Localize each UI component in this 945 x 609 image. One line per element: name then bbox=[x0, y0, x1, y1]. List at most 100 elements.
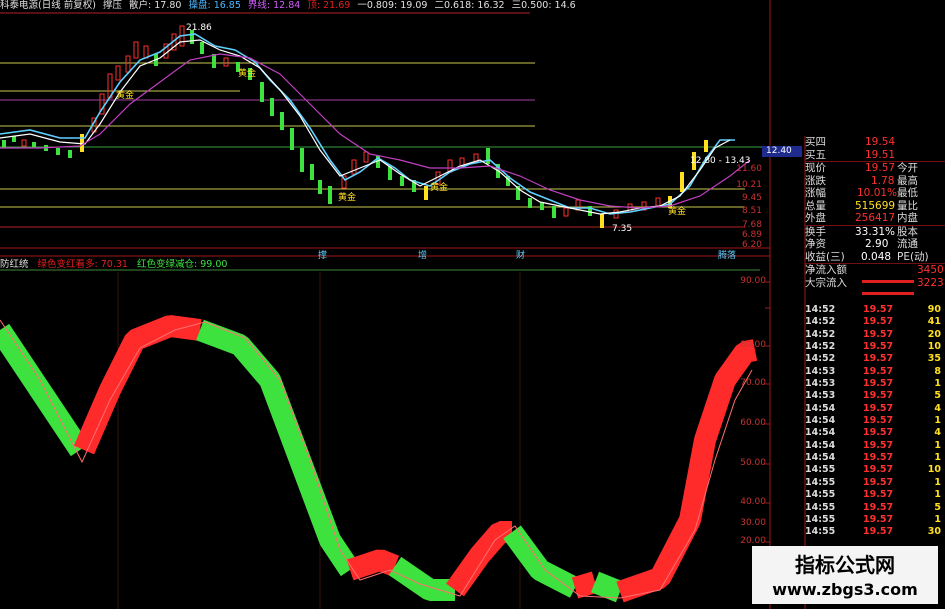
tick-price: 19.57 bbox=[863, 304, 894, 315]
tick-row: 14:52 19.57 41 bbox=[805, 316, 945, 328]
quote-row: 现价 19.57 今开 bbox=[805, 161, 945, 175]
gold-marker: 黄金 bbox=[668, 207, 687, 217]
header-item: 三0.500: 14.6 bbox=[511, 0, 576, 11]
quote-extra: 流通 bbox=[897, 238, 918, 250]
current-price-tag: 12.40 bbox=[766, 146, 792, 156]
quote-label: 外盘 bbox=[805, 212, 826, 224]
header-item: 一0.809: 19.09 bbox=[357, 0, 428, 11]
tick-row: 14:54 19.57 1 bbox=[805, 452, 945, 464]
tick-row: 14:55 19.57 1 bbox=[805, 477, 945, 489]
tick-volume: 90 bbox=[927, 304, 941, 315]
tick-volume: 1 bbox=[934, 415, 941, 427]
quote-value: 2.90 bbox=[865, 238, 889, 250]
tick-row: 14:52 19.57 90 bbox=[805, 304, 945, 316]
tick-volume: 5 bbox=[934, 390, 941, 402]
tick-time: 14:54 bbox=[805, 427, 836, 439]
tick-volume: 20 bbox=[927, 328, 941, 340]
gold-marker: 黄金 bbox=[238, 69, 257, 79]
tick-volume: 1 bbox=[934, 452, 941, 464]
quote-label: 收益(三) bbox=[805, 250, 845, 263]
quote-label: 总量 bbox=[805, 199, 826, 212]
quote-value: 33.31% bbox=[855, 225, 896, 238]
indicator-header: 防红统 绿色变红看多: 70.31 红色变绿减仓: 99.00 bbox=[0, 259, 233, 271]
tick-price: 19.57 bbox=[863, 341, 894, 353]
tick-time: 14:52 bbox=[805, 304, 836, 315]
indicator-axis-tick: 90.00 bbox=[740, 276, 766, 286]
quote-row: 总量 515699 量比 bbox=[805, 200, 945, 213]
tick-time: 14:55 bbox=[805, 489, 836, 501]
tick-price: 19.57 bbox=[863, 427, 894, 439]
price-axis-tick: 7.68 bbox=[741, 220, 762, 230]
gold-marker: 黄金 bbox=[430, 183, 449, 193]
quote-label: 大宗流入 bbox=[805, 276, 847, 289]
tick-price: 19.57 bbox=[863, 415, 894, 427]
quote-extra: 量比 bbox=[897, 199, 918, 212]
watermark-url: www.zbgs3.com bbox=[772, 580, 918, 599]
tick-price: 19.57 bbox=[863, 464, 894, 476]
tick-list[interactable]: 14:52 19.57 90 14:52 19.57 41 14:52 19.57 20 14:5… bbox=[805, 304, 945, 539]
tick-row: 14:55 19.57 10 bbox=[805, 464, 945, 476]
tick-time: 14:52 bbox=[805, 328, 836, 340]
tick-time: 14:55 bbox=[805, 526, 836, 538]
tick-time: 14:52 bbox=[805, 353, 836, 365]
tick-volume: 1 bbox=[934, 489, 941, 501]
chart-canvas bbox=[0, 0, 914, 609]
tick-volume: 41 bbox=[927, 316, 941, 328]
legend-green: 绿色变红看多: 70.31 bbox=[37, 259, 128, 270]
tick-row: 14:54 19.57 4 bbox=[805, 403, 945, 415]
header-item: 界线: 12.84 bbox=[247, 0, 301, 11]
event-label[interactable]: 增 bbox=[418, 248, 427, 261]
legend-red: 红色变绿减仓: 99.00 bbox=[137, 259, 228, 270]
quote-value: 19.54 bbox=[865, 136, 896, 148]
quote-value: 19.57 bbox=[865, 162, 896, 174]
quote-extra: 3223 bbox=[917, 276, 944, 289]
tick-volume: 30 bbox=[927, 526, 941, 538]
indicator-axis-tick: 40.00 bbox=[740, 497, 766, 507]
quote-row: 买四 19.54 bbox=[805, 136, 945, 149]
tick-time: 14:54 bbox=[805, 402, 836, 414]
tick-price: 19.57 bbox=[863, 365, 894, 377]
indicator-axis-tick: 80.00 bbox=[740, 340, 766, 350]
tick-volume: 4 bbox=[934, 427, 941, 439]
quote-row: 买五 19.51 bbox=[805, 149, 945, 162]
header-item: 二0.618: 16.32 bbox=[434, 0, 505, 11]
price-axis-tick: 6.89 bbox=[741, 230, 762, 240]
tick-time: 14:54 bbox=[805, 439, 836, 451]
tick-price: 19.57 bbox=[863, 476, 894, 488]
indicator-axis-tick: 50.00 bbox=[740, 458, 766, 468]
tick-price: 19.57 bbox=[863, 316, 894, 328]
quote-label: 换手 bbox=[805, 225, 826, 238]
quote-label: 净资 bbox=[805, 238, 826, 250]
event-label[interactable]: 财 bbox=[516, 248, 525, 261]
tick-time: 14:55 bbox=[805, 464, 836, 476]
tick-price: 19.57 bbox=[863, 439, 894, 451]
quote-row: 换手 33.31% 股本 bbox=[805, 224, 945, 239]
tick-price: 19.57 bbox=[863, 328, 894, 340]
indicator-name: 撑压 bbox=[102, 0, 122, 11]
quote-row: 净资 2.90 流通 bbox=[805, 238, 945, 251]
quote-value: 19.51 bbox=[865, 148, 896, 161]
price-axis-tick: 9.45 bbox=[741, 193, 762, 203]
tick-time: 14:54 bbox=[805, 452, 836, 464]
tick-row: 14:52 19.57 20 bbox=[805, 329, 945, 341]
quote-label: 买四 bbox=[805, 136, 826, 148]
quote-row: 收益(三) 0.048 PE(动) bbox=[805, 251, 945, 264]
tick-volume: 10 bbox=[927, 464, 941, 476]
quote-row: 外盘 256417 内盘 bbox=[805, 212, 945, 225]
quote-value: 256417 bbox=[855, 212, 896, 224]
tick-time: 14:54 bbox=[805, 415, 836, 427]
tick-row: 14:55 19.57 5 bbox=[805, 502, 945, 514]
tick-price: 19.57 bbox=[863, 378, 894, 390]
event-label[interactable]: 腾落 bbox=[718, 248, 736, 261]
tick-time: 14:53 bbox=[805, 378, 836, 390]
tick-row: 14:55 19.57 1 bbox=[805, 514, 945, 526]
quote-value: 1.78 bbox=[871, 174, 895, 187]
tick-time: 14:55 bbox=[805, 501, 836, 513]
quote-label: 买五 bbox=[805, 148, 826, 161]
event-label[interactable]: 撑 bbox=[318, 248, 327, 261]
watermark: 指标公式网 www.zbgs3.com bbox=[752, 546, 938, 604]
quote-label: 涨幅 bbox=[805, 187, 826, 199]
tick-price: 19.57 bbox=[863, 513, 894, 525]
tick-time: 14:52 bbox=[805, 341, 836, 353]
tick-row: 14:55 19.57 1 bbox=[805, 489, 945, 501]
